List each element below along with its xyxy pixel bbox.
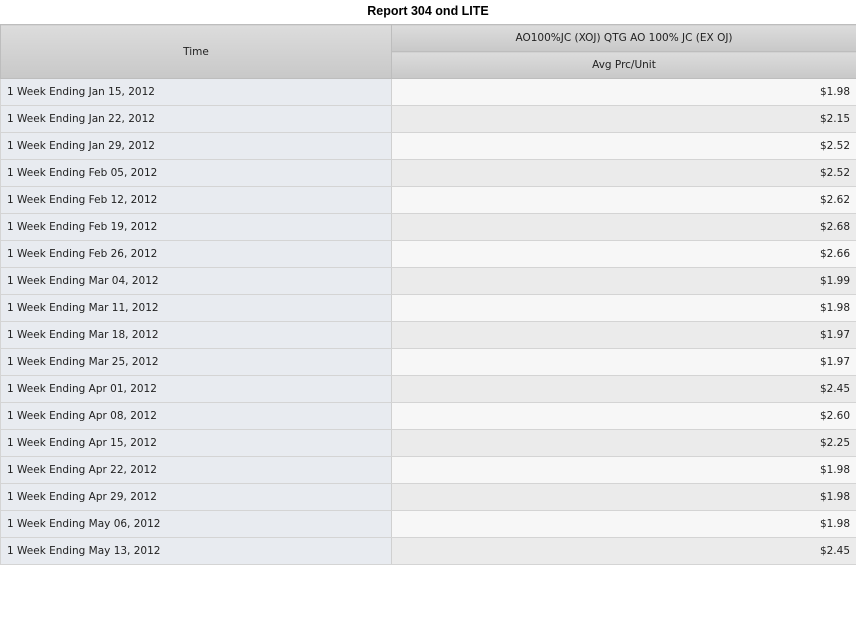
table-row: 1 Week Ending May 06, 2012 $1.98: [0, 510, 856, 538]
value-cell: $2.52: [391, 132, 856, 160]
table-body: 1 Week Ending Jan 15, 2012 $1.98 1 Week E…: [0, 78, 856, 565]
column-header-metric[interactable]: Avg Prc/Unit: [391, 51, 856, 79]
value-cell: $2.68: [391, 213, 856, 241]
value-cell: $1.97: [391, 321, 856, 349]
value-cell: $1.98: [391, 456, 856, 484]
column-header-product[interactable]: AO100%JC (XOJ) QTG AO 100% JC (EX OJ): [391, 24, 856, 52]
time-cell: 1 Week Ending Jan 22, 2012: [0, 105, 392, 133]
table-row: 1 Week Ending Apr 22, 2012 $1.98: [0, 456, 856, 484]
report-title: Report 304 ond LITE: [367, 4, 489, 18]
table-row: 1 Week Ending Apr 01, 2012 $2.45: [0, 375, 856, 403]
table-row: 1 Week Ending Mar 18, 2012 $1.97: [0, 321, 856, 349]
time-cell: 1 Week Ending Apr 01, 2012: [0, 375, 392, 403]
table-row: 1 Week Ending Feb 05, 2012 $2.52: [0, 159, 856, 187]
time-cell: 1 Week Ending Feb 05, 2012: [0, 159, 392, 187]
time-cell: 1 Week Ending Jan 29, 2012: [0, 132, 392, 160]
value-cell: $2.52: [391, 159, 856, 187]
time-cell: 1 Week Ending Apr 08, 2012: [0, 402, 392, 430]
time-cell: 1 Week Ending Jan 15, 2012: [0, 78, 392, 106]
time-cell: 1 Week Ending Feb 26, 2012: [0, 240, 392, 268]
report-table: Time AO100%JC (XOJ) QTG AO 100% JC (EX O…: [0, 24, 856, 565]
table-row: 1 Week Ending Apr 15, 2012 $2.25: [0, 429, 856, 457]
table-row: 1 Week Ending Feb 12, 2012 $2.62: [0, 186, 856, 214]
table-row: 1 Week Ending Jan 22, 2012 $2.15: [0, 105, 856, 133]
time-cell: 1 Week Ending Mar 11, 2012: [0, 294, 392, 322]
time-cell: 1 Week Ending Feb 19, 2012: [0, 213, 392, 241]
value-cell: $2.66: [391, 240, 856, 268]
value-cell: $2.62: [391, 186, 856, 214]
table-row: 1 Week Ending May 13, 2012 $2.45: [0, 537, 856, 565]
table-row: 1 Week Ending Feb 26, 2012 $2.66: [0, 240, 856, 268]
column-header-time[interactable]: Time: [0, 24, 392, 79]
table-row: 1 Week Ending Apr 29, 2012 $1.98: [0, 483, 856, 511]
value-cell: $2.45: [391, 537, 856, 565]
time-cell: 1 Week Ending Apr 15, 2012: [0, 429, 392, 457]
table-row: 1 Week Ending Feb 19, 2012 $2.68: [0, 213, 856, 241]
value-cell: $1.98: [391, 483, 856, 511]
time-cell: 1 Week Ending Apr 22, 2012: [0, 456, 392, 484]
time-cell: 1 Week Ending Mar 25, 2012: [0, 348, 392, 376]
table-row: 1 Week Ending Mar 04, 2012 $1.99: [0, 267, 856, 295]
value-cell: $1.97: [391, 348, 856, 376]
table-row: 1 Week Ending Mar 25, 2012 $1.97: [0, 348, 856, 376]
value-cell: $2.25: [391, 429, 856, 457]
table-row: 1 Week Ending Mar 11, 2012 $1.98: [0, 294, 856, 322]
time-cell: 1 Week Ending Feb 12, 2012: [0, 186, 392, 214]
value-cell: $1.99: [391, 267, 856, 295]
value-cell: $1.98: [391, 510, 856, 538]
value-cell: $1.98: [391, 294, 856, 322]
value-cell: $2.60: [391, 402, 856, 430]
time-cell: 1 Week Ending Apr 29, 2012: [0, 483, 392, 511]
table-row: 1 Week Ending Jan 15, 2012 $1.98: [0, 78, 856, 106]
value-cell: $1.98: [391, 78, 856, 106]
time-cell: 1 Week Ending Mar 18, 2012: [0, 321, 392, 349]
time-cell: 1 Week Ending May 06, 2012: [0, 510, 392, 538]
table-header: Time AO100%JC (XOJ) QTG AO 100% JC (EX O…: [0, 24, 856, 79]
time-cell: 1 Week Ending Mar 04, 2012: [0, 267, 392, 295]
table-row: 1 Week Ending Jan 29, 2012 $2.52: [0, 132, 856, 160]
table-row: 1 Week Ending Apr 08, 2012 $2.60: [0, 402, 856, 430]
value-cell: $2.15: [391, 105, 856, 133]
time-cell: 1 Week Ending May 13, 2012: [0, 537, 392, 565]
value-cell: $2.45: [391, 375, 856, 403]
